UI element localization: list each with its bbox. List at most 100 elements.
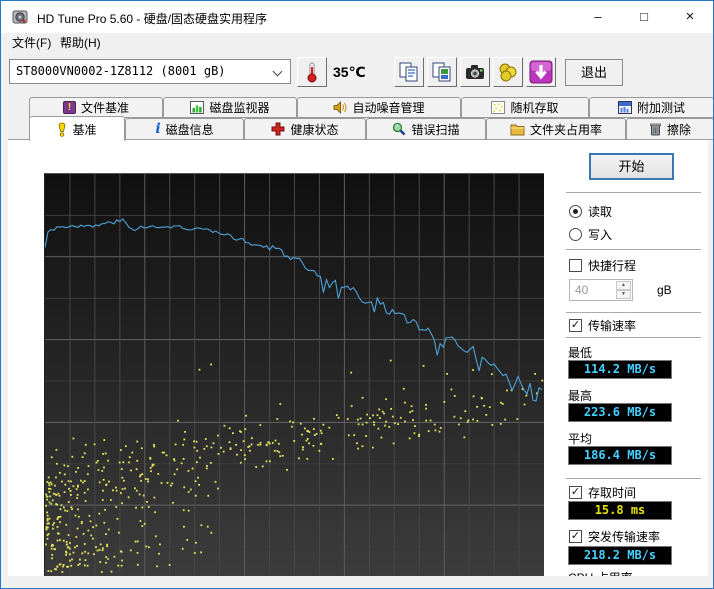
tab-label: 文件夹占用率 bbox=[530, 121, 602, 138]
checkbox-checked-icon: ✓ bbox=[569, 530, 582, 543]
menu-help[interactable]: 帮助(H) bbox=[53, 33, 108, 54]
short-stroke-checkbox[interactable]: 快捷行程 bbox=[569, 257, 636, 274]
separator bbox=[566, 192, 701, 193]
coins-icon bbox=[496, 60, 520, 84]
access-time-checkbox[interactable]: ✓ 存取时间 bbox=[569, 484, 636, 501]
tab-label: 擦除 bbox=[667, 121, 691, 138]
tab-extra-tests[interactable]: 附加测试 bbox=[589, 97, 714, 118]
tab-aam[interactable]: 自动噪音管理 bbox=[297, 97, 461, 118]
donate-button[interactable] bbox=[493, 57, 523, 87]
app-window: HD Tune Pro 5.60 - 硬盘/固态硬盘实用程序 – □ × 文件(… bbox=[0, 0, 714, 589]
disk-monitor-icon bbox=[190, 101, 204, 114]
radio-icon bbox=[569, 228, 582, 241]
extra-tests-icon bbox=[618, 101, 632, 114]
thermometer-icon bbox=[300, 60, 324, 84]
menu-bar: 文件(F) 帮助(H) bbox=[1, 33, 713, 54]
average-label: 平均 bbox=[568, 430, 592, 447]
tab-label: 磁盘信息 bbox=[166, 121, 214, 138]
health-cross-icon bbox=[271, 122, 285, 136]
short-stroke-unit: gB bbox=[657, 283, 672, 297]
tab-label: 磁盘监视器 bbox=[209, 99, 269, 116]
toolbar: ST8000VN0002-1Z8112 (8001 gB) 35℃ bbox=[1, 54, 713, 96]
file-benchmark-icon: ! bbox=[63, 101, 76, 114]
temperature-value: 35℃ bbox=[333, 64, 366, 81]
write-radio[interactable]: 写入 bbox=[569, 226, 612, 243]
tab-error-scan[interactable]: 错误扫描 bbox=[366, 118, 486, 140]
tab-disk-monitor[interactable]: 磁盘监视器 bbox=[163, 97, 297, 118]
separator bbox=[566, 337, 701, 338]
copy-report-icon bbox=[397, 60, 421, 84]
access-time-label: 存取时间 bbox=[588, 484, 636, 501]
maximum-label: 最高 bbox=[568, 387, 592, 404]
minimum-value: 114.2 MB/s bbox=[568, 360, 672, 379]
copy-report-button[interactable] bbox=[394, 57, 424, 87]
tab-random-access[interactable]: 随机存取 bbox=[461, 97, 589, 118]
copy-image-button[interactable] bbox=[427, 57, 457, 87]
transfer-rate-label: 传输速率 bbox=[588, 317, 636, 334]
drive-select[interactable]: ST8000VN0002-1Z8112 (8001 gB) bbox=[9, 59, 291, 84]
drive-select-value: ST8000VN0002-1Z8112 (8001 gB) bbox=[16, 64, 226, 78]
tab-label: 文件基准 bbox=[81, 99, 129, 116]
tab-label: 自动噪音管理 bbox=[352, 99, 424, 116]
download-arrow-icon bbox=[529, 60, 553, 84]
minimum-label: 最低 bbox=[568, 344, 592, 361]
magnifier-icon bbox=[392, 122, 406, 136]
tab-erase[interactable]: 擦除 bbox=[626, 118, 714, 140]
stepper-arrows[interactable]: ▲ ▼ bbox=[616, 281, 631, 299]
info-icon: i bbox=[155, 123, 160, 136]
tab-disk-info[interactable]: i 磁盘信息 bbox=[125, 118, 244, 140]
maximize-button[interactable]: □ bbox=[621, 1, 667, 32]
separator bbox=[566, 249, 701, 250]
folder-icon bbox=[510, 123, 525, 136]
speaker-icon bbox=[333, 101, 347, 114]
camera-icon bbox=[463, 60, 487, 84]
average-value: 186.4 MB/s bbox=[568, 446, 672, 465]
chevron-down-icon bbox=[273, 67, 283, 77]
stepper-up-icon[interactable]: ▲ bbox=[616, 281, 631, 290]
short-stroke-stepper[interactable]: 40 ▲ ▼ bbox=[569, 279, 633, 301]
tab-label: 附加测试 bbox=[637, 99, 685, 116]
update-button[interactable] bbox=[526, 57, 556, 87]
maximum-value: 223.6 MB/s bbox=[568, 403, 672, 422]
window-title: HD Tune Pro 5.60 - 硬盘/固态硬盘实用程序 bbox=[37, 10, 267, 27]
radio-selected-icon bbox=[569, 205, 582, 218]
burst-rate-label: 突发传输速率 bbox=[588, 528, 660, 545]
minimize-button[interactable]: – bbox=[575, 1, 621, 32]
tab-file-benchmark[interactable]: ! 文件基准 bbox=[29, 97, 163, 118]
close-button[interactable]: × bbox=[667, 1, 713, 32]
short-stroke-label: 快捷行程 bbox=[588, 257, 636, 274]
checkbox-checked-icon: ✓ bbox=[569, 486, 582, 499]
menu-file[interactable]: 文件(F) bbox=[5, 33, 58, 54]
tab-health[interactable]: 健康状态 bbox=[244, 118, 366, 140]
benchmark-chart bbox=[44, 173, 544, 576]
stepper-down-icon[interactable]: ▼ bbox=[616, 290, 631, 299]
cpu-usage-label: CPU 占用率 bbox=[568, 569, 633, 576]
read-label: 读取 bbox=[588, 203, 612, 220]
checkbox-unchecked-icon bbox=[569, 259, 582, 272]
short-stroke-value: 40 bbox=[575, 283, 588, 297]
separator bbox=[566, 312, 701, 313]
start-button[interactable]: 开始 bbox=[589, 153, 674, 180]
trash-icon bbox=[649, 122, 662, 136]
tab-label: 基准 bbox=[72, 121, 96, 138]
benchmark-exclaim-icon bbox=[57, 122, 67, 137]
burst-rate-checkbox[interactable]: ✓ 突发传输速率 bbox=[569, 528, 660, 545]
read-radio[interactable]: 读取 bbox=[569, 203, 612, 220]
checkbox-checked-icon: ✓ bbox=[569, 319, 582, 332]
write-label: 写入 bbox=[588, 226, 612, 243]
random-access-icon bbox=[491, 101, 505, 114]
tab-benchmark-active[interactable]: 基准 bbox=[29, 116, 125, 141]
transfer-rate-checkbox[interactable]: ✓ 传输速率 bbox=[569, 317, 636, 334]
tab-folder-usage[interactable]: 文件夹占用率 bbox=[486, 118, 626, 140]
copy-image-icon bbox=[430, 60, 454, 84]
tab-label: 健康状态 bbox=[290, 121, 338, 138]
screenshot-button[interactable] bbox=[460, 57, 490, 87]
burst-rate-value: 218.2 MB/s bbox=[568, 546, 672, 565]
temperature-button[interactable] bbox=[297, 57, 327, 87]
access-time-value: 15.8 ms bbox=[568, 501, 672, 520]
tab-label: 随机存取 bbox=[510, 99, 558, 116]
title-bar[interactable]: HD Tune Pro 5.60 - 硬盘/固态硬盘实用程序 – □ × bbox=[1, 1, 713, 33]
app-icon bbox=[12, 9, 28, 25]
tab-label: 错误扫描 bbox=[411, 121, 459, 138]
exit-button[interactable]: 退出 bbox=[565, 59, 623, 86]
